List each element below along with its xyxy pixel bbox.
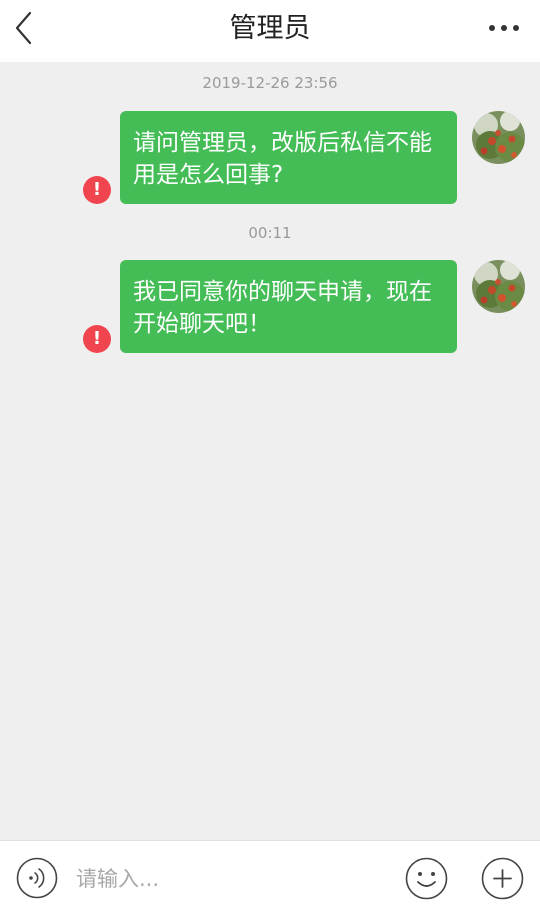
send-failed-icon[interactable]: ! — [83, 176, 111, 204]
avatar[interactable] — [472, 111, 525, 164]
plus-button[interactable] — [481, 857, 524, 900]
message-timestamp: 00:11 — [248, 224, 292, 242]
voice-button[interactable] — [16, 857, 58, 899]
more-dots-icon — [489, 25, 519, 31]
more-button[interactable] — [488, 18, 520, 38]
avatar-image — [472, 260, 525, 313]
input-bar — [0, 840, 540, 915]
avatar-image — [472, 111, 525, 164]
header-bar: 管理员 — [0, 0, 540, 62]
message-bubble[interactable]: 我已同意你的聊天申请，现在开始聊天吧！ — [120, 260, 457, 353]
message-input[interactable] — [76, 863, 386, 895]
message-bubble[interactable]: 请问管理员，改版后私信不能用是怎么回事? — [120, 111, 457, 204]
voice-icon — [16, 857, 58, 899]
avatar[interactable] — [472, 260, 525, 313]
send-failed-icon[interactable]: ! — [83, 325, 111, 353]
message-timestamp: 2019-12-26 23:56 — [202, 74, 338, 92]
emoji-button[interactable] — [405, 857, 448, 900]
emoji-icon — [405, 857, 448, 900]
plus-icon — [481, 857, 524, 900]
page-title: 管理员 — [229, 13, 311, 44]
chat-screen: 管理员 2019-12-26 23:56 ! 请问管理员，改版后私信不能用是怎么… — [0, 0, 540, 915]
